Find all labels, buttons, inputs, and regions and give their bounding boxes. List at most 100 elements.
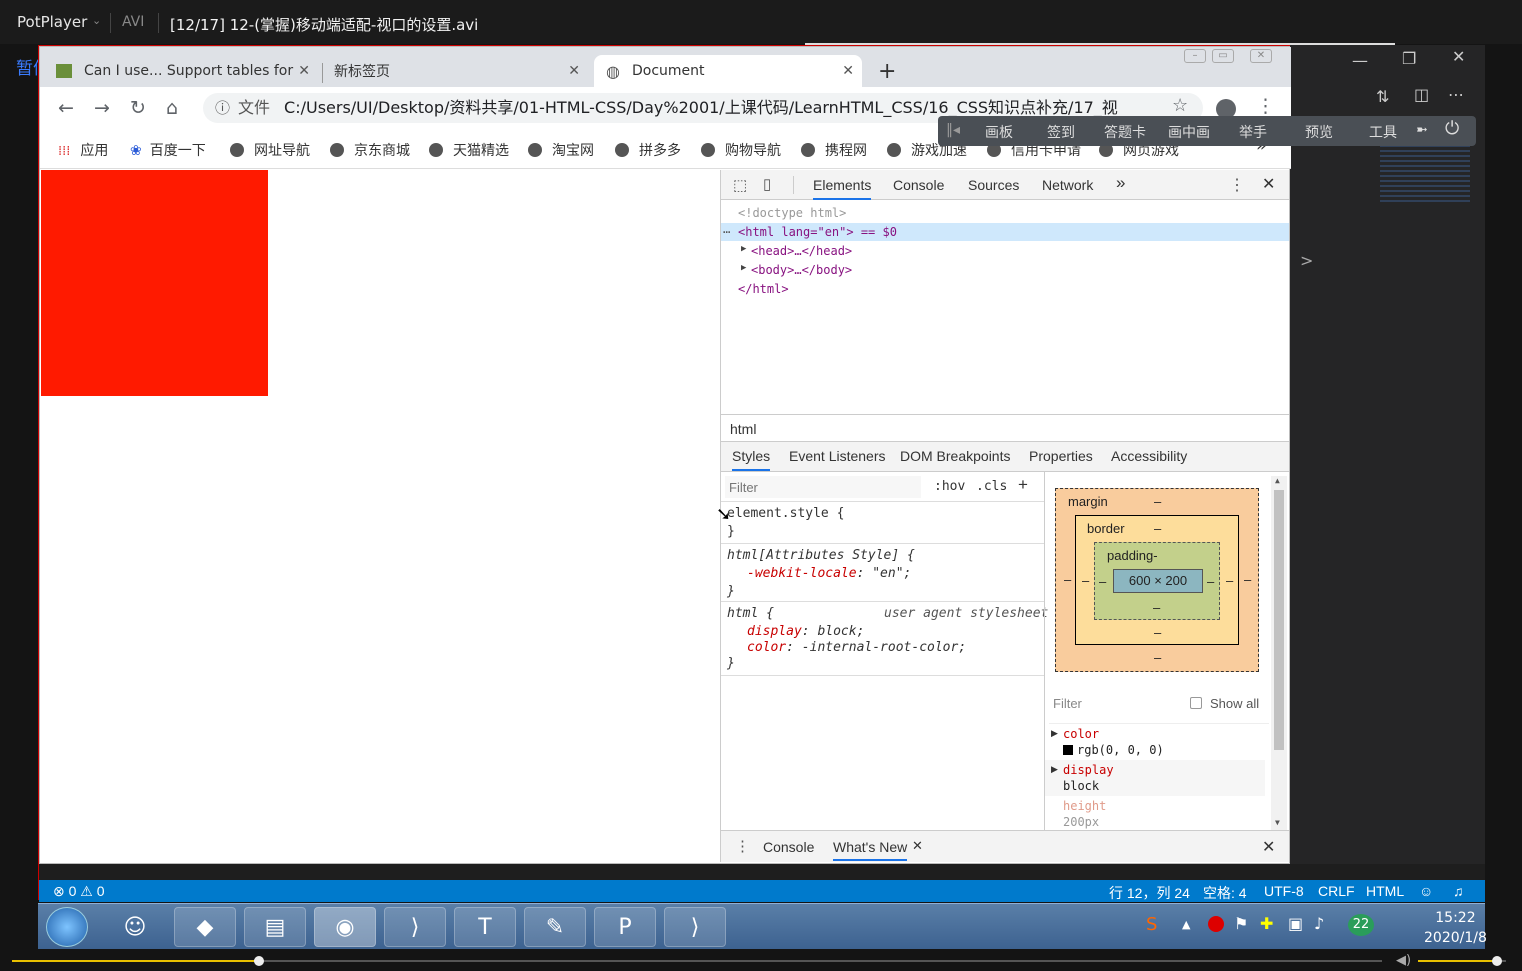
clock[interactable]: 15:22 2020/1/8	[1424, 908, 1487, 948]
inspect-icon[interactable]: ⬚	[733, 176, 747, 194]
tab-elements[interactable]: Elements	[813, 177, 872, 200]
close-window-icon[interactable]: ✕	[1250, 49, 1272, 63]
rule-selector[interactable]: element.style {	[727, 506, 844, 521]
expand-triangle-icon[interactable]: ▶	[1051, 728, 1058, 739]
dom-body[interactable]: <body>…</body>	[751, 263, 852, 277]
minimize-icon[interactable]: —	[1352, 51, 1368, 70]
language-mode[interactable]: HTML	[1366, 883, 1404, 899]
home-icon[interactable]: ⌂	[166, 97, 178, 119]
computed-filter-input[interactable]: Filter	[1053, 696, 1082, 711]
new-rule-button[interactable]: +	[1018, 475, 1028, 495]
box-model-content[interactable]: 600 × 200	[1113, 569, 1203, 593]
power-icon[interactable]: ⏻	[1445, 118, 1459, 139]
more-tabs-icon[interactable]: »	[1116, 173, 1125, 193]
styles-filter-input[interactable]	[725, 476, 921, 498]
minimap[interactable]	[1380, 145, 1470, 205]
tab-properties[interactable]: Properties	[1029, 448, 1093, 464]
styles-scrollbar[interactable]: ▲ ▼	[1271, 476, 1287, 830]
breadcrumb-item[interactable]: html	[730, 421, 756, 437]
margin-top-value[interactable]: –	[1154, 494, 1161, 509]
start-button[interactable]	[46, 907, 88, 947]
forward-icon[interactable]: →	[94, 97, 110, 119]
dom-doctype[interactable]: <!doctype html>	[738, 206, 846, 220]
computed-row[interactable]: height 200px	[1045, 796, 1265, 830]
close-devtools-icon[interactable]: ✕	[1262, 174, 1275, 194]
new-tab-button[interactable]: +	[878, 59, 896, 84]
device-toolbar-icon[interactable]: ▯	[763, 175, 771, 193]
padding-right-value[interactable]: –	[1207, 574, 1214, 589]
computed-row[interactable]: ▶ color rgb(0, 0, 0)	[1045, 724, 1265, 760]
tab-sources[interactable]: Sources	[968, 177, 1019, 193]
scroll-down-icon[interactable]: ▼	[1275, 818, 1280, 827]
close-tab-icon[interactable]: ✕	[568, 63, 580, 79]
bookmark-item[interactable]: 携程网	[801, 140, 867, 160]
split-editor-icon[interactable]: ◫	[1414, 85, 1429, 104]
more-icon[interactable]: ⋯	[1448, 85, 1464, 104]
maximize-window-icon[interactable]: ▭	[1212, 49, 1234, 63]
tray-record-icon[interactable]	[1208, 916, 1224, 932]
bookmark-item[interactable]: 网址导航	[230, 140, 310, 160]
bookmark-baidu[interactable]: ❀ 百度一下	[130, 140, 206, 160]
tray-add-icon[interactable]: ✚	[1260, 914, 1273, 933]
toolbar-item[interactable]: 画中画	[1168, 122, 1210, 142]
padding-left-value[interactable]: –	[1099, 574, 1106, 589]
tab-accessibility[interactable]: Accessibility	[1111, 448, 1187, 464]
star-icon[interactable]: ☆	[1172, 95, 1188, 116]
indentation[interactable]: 空格: 4	[1203, 883, 1247, 903]
expand-triangle-icon[interactable]: ▶	[741, 244, 746, 254]
border-top-value[interactable]: –	[1154, 521, 1161, 536]
scrollbar-thumb[interactable]	[1274, 490, 1284, 750]
tray-volume-icon[interactable]: ♪	[1314, 914, 1324, 933]
minimize-window-icon[interactable]: –	[1184, 49, 1206, 63]
seek-knob[interactable]	[253, 956, 264, 966]
back-icon[interactable]: ←	[58, 97, 74, 119]
vscode-icon[interactable]: ⟩	[664, 907, 726, 947]
expand-triangle-icon[interactable]: ▶	[741, 263, 746, 273]
bookmark-item[interactable]: 拼多多	[615, 140, 681, 160]
hov-button[interactable]: :hov	[934, 479, 965, 494]
taskbar-app-icon[interactable]: ◆	[174, 907, 236, 947]
ime-icon[interactable]: S	[1146, 914, 1157, 935]
tray-badge[interactable]: 22	[1348, 914, 1374, 936]
bookmark-item[interactable]: 京东商城	[330, 140, 410, 160]
scroll-up-icon[interactable]: ▲	[1275, 476, 1280, 485]
tab-console[interactable]: Console	[893, 177, 944, 193]
chevron-down-icon[interactable]: ⌄	[92, 14, 101, 27]
border-right-value[interactable]: –	[1226, 573, 1233, 588]
padding-bottom-value[interactable]: –	[1153, 600, 1160, 615]
encoding[interactable]: UTF-8	[1264, 883, 1304, 899]
margin-left-value[interactable]: –	[1064, 572, 1071, 587]
toolbar-item[interactable]: 预览	[1305, 122, 1333, 142]
notes-icon[interactable]: ✎	[524, 907, 586, 947]
devtools-menu-icon[interactable]: ⋮	[1229, 175, 1245, 195]
dom-html-close[interactable]: </html>	[738, 282, 789, 296]
tab-event-listeners[interactable]: Event Listeners	[789, 448, 886, 464]
bookmark-item[interactable]: 购物导航	[701, 140, 781, 160]
toolbar-item[interactable]: 画板	[985, 122, 1013, 142]
notifications-icon[interactable]: ♫	[1453, 883, 1464, 899]
file-explorer-icon[interactable]: ▤	[244, 907, 306, 947]
compare-icon[interactable]: ⇅	[1376, 87, 1389, 106]
border-bottom-value[interactable]: –	[1154, 625, 1161, 640]
tray-expand-icon[interactable]: ▲	[1182, 918, 1190, 931]
bookmark-apps[interactable]: ⁞⁞⁞ 应用	[58, 140, 108, 160]
toolbar-item[interactable]: 工具	[1369, 122, 1397, 142]
margin-right-value[interactable]: –	[1244, 572, 1251, 587]
drawer-tab-console[interactable]: Console	[763, 839, 814, 855]
tray-network-icon[interactable]: ▣	[1288, 914, 1303, 933]
drawer-menu-icon[interactable]: ⋮	[735, 837, 750, 855]
box-model-margin[interactable]: margin – – – – border – – – – padding- –…	[1055, 488, 1259, 672]
cls-button[interactable]: .cls	[976, 479, 1007, 494]
tab-newtab[interactable]: 新标签页 ✕	[334, 55, 588, 87]
seek-track[interactable]	[12, 956, 1382, 966]
color-swatch[interactable]	[1063, 745, 1073, 755]
drawer-tab-whats-new[interactable]: What's New	[833, 839, 908, 861]
show-all-checkbox[interactable]	[1190, 697, 1202, 709]
pin-icon[interactable]: ➼	[1416, 122, 1428, 138]
dom-selected-row[interactable]: ⋯ <html lang="en"> == $0	[721, 223, 1289, 241]
player-logo[interactable]: PotPlayer	[17, 13, 87, 31]
dom-head[interactable]: <head>…</head>	[751, 244, 852, 258]
speaker-icon[interactable]: ◀)	[1396, 953, 1411, 968]
menu-icon[interactable]: ⋮	[1256, 95, 1275, 117]
tab-dom-breakpoints[interactable]: DOM Breakpoints	[900, 448, 1010, 464]
